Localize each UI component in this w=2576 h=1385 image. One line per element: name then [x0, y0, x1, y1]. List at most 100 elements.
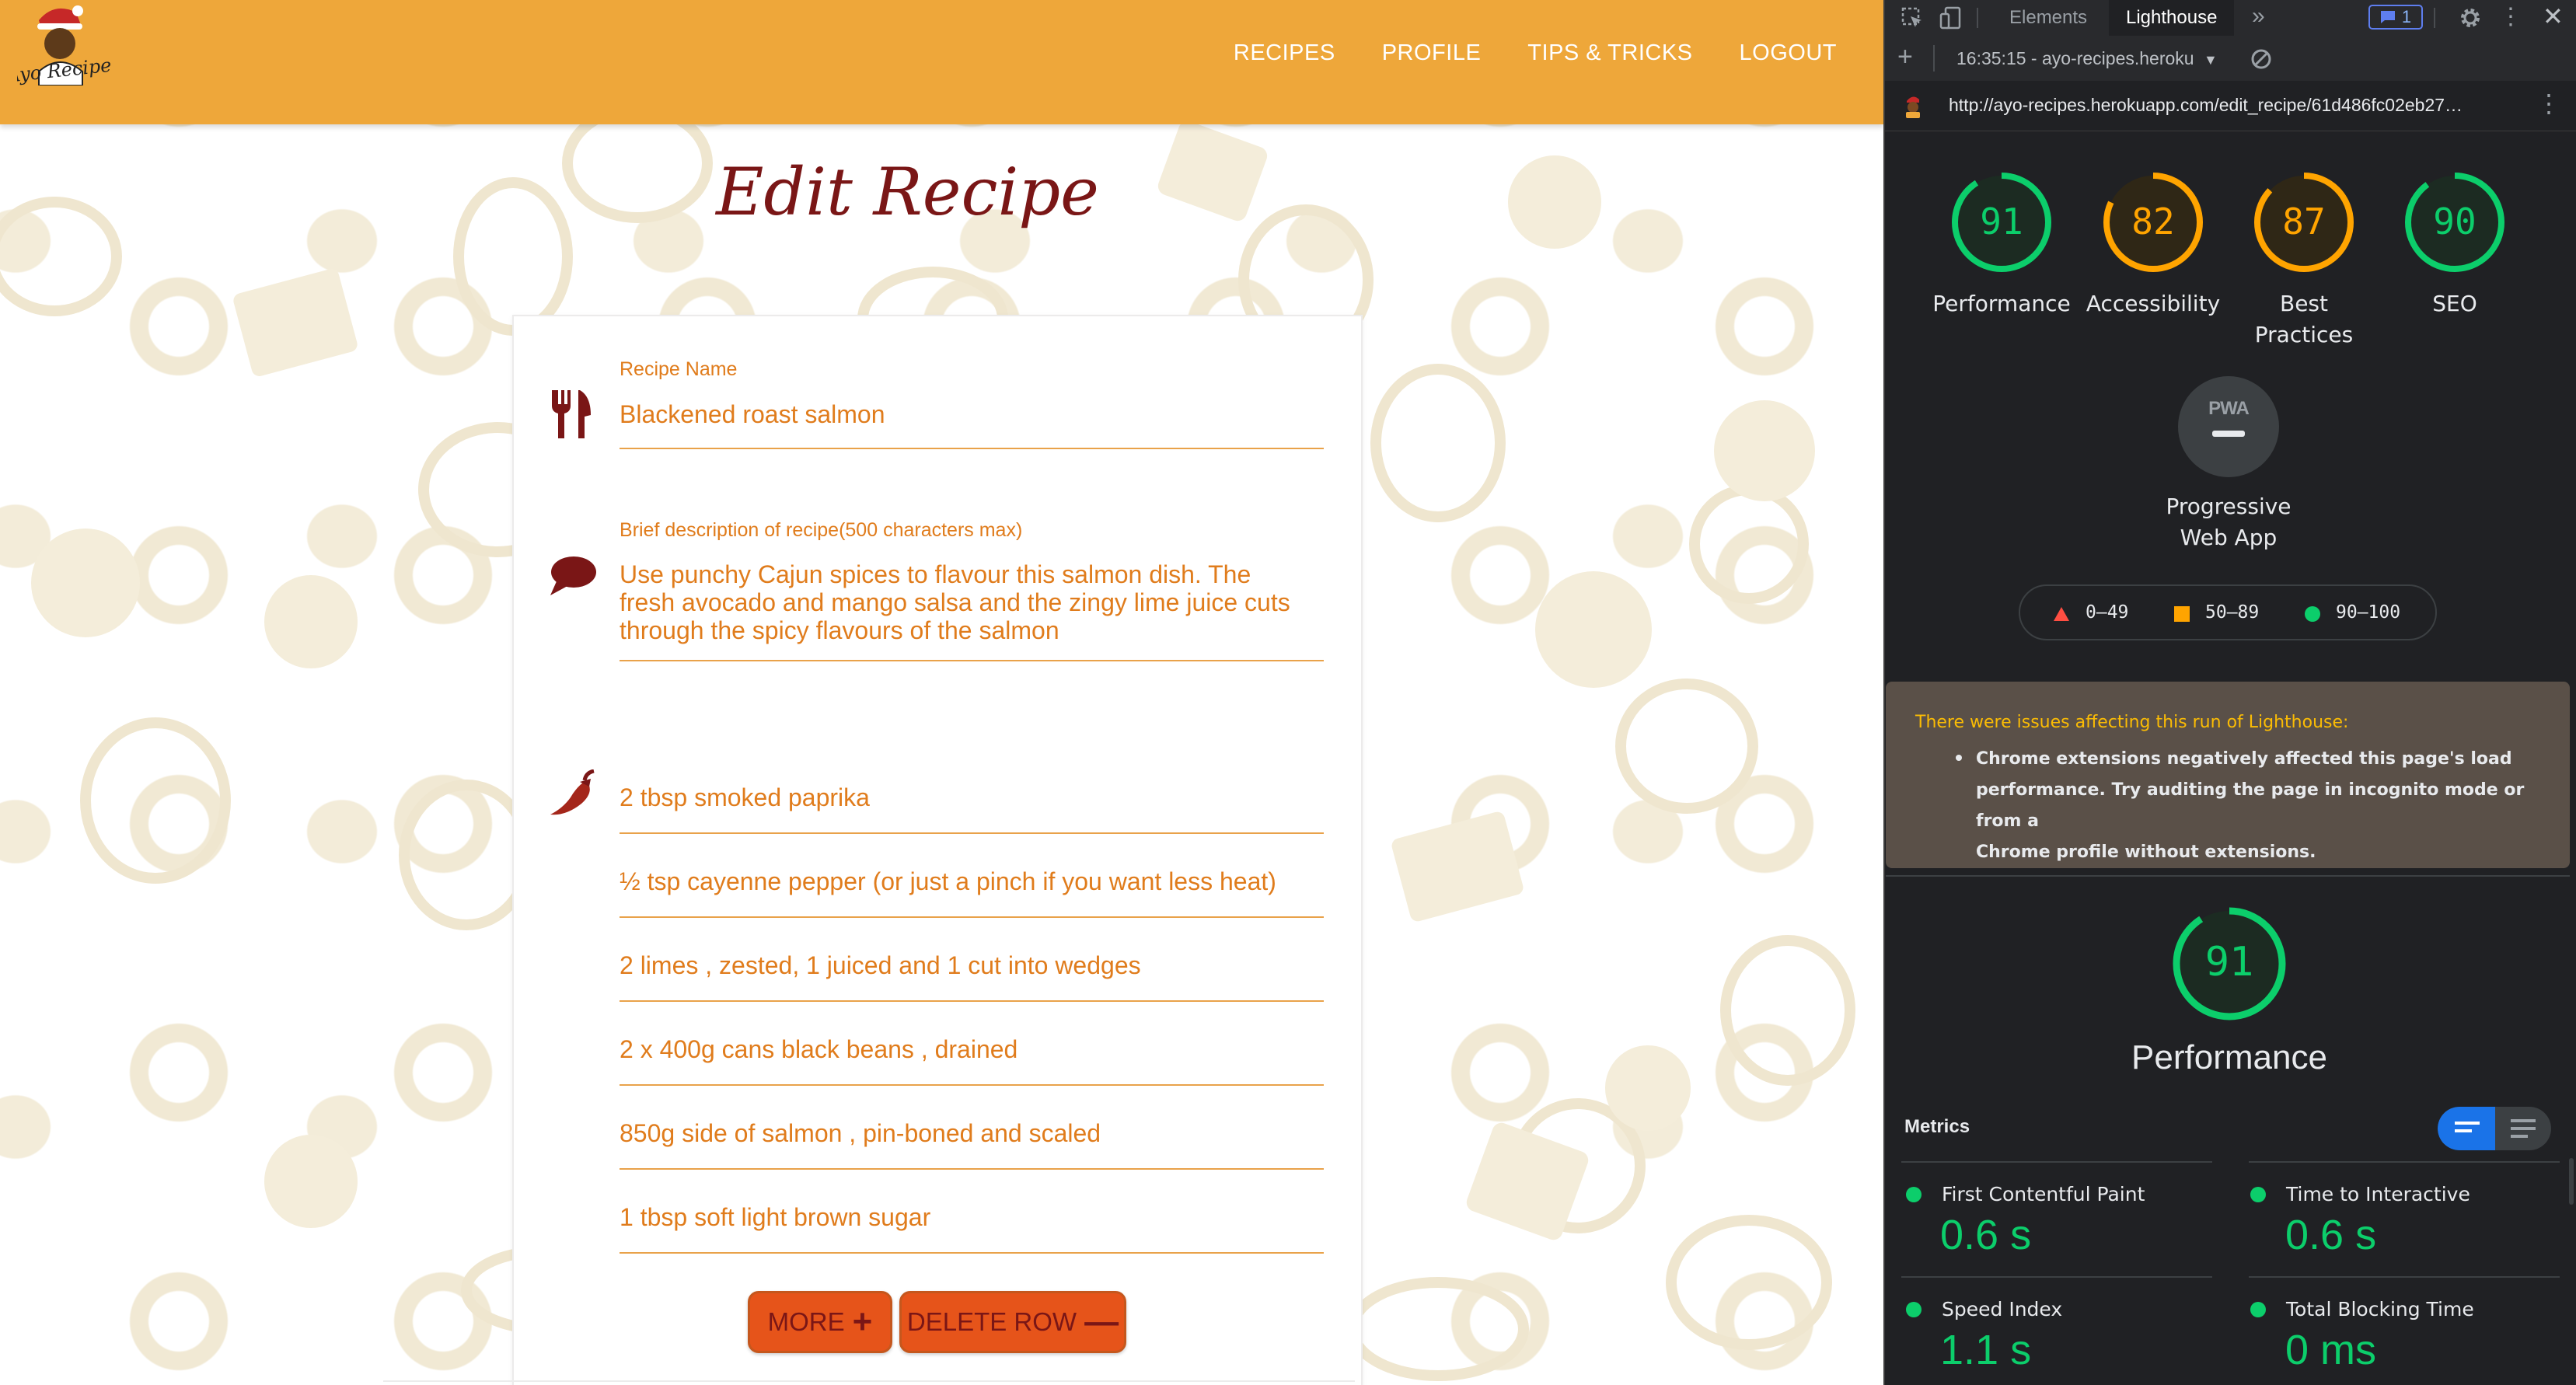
- toggle-compact-view[interactable]: [2438, 1107, 2495, 1150]
- issues-count: 1: [2401, 7, 2412, 26]
- metric-name: Total Blocking Time: [2286, 1298, 2474, 1320]
- toggle-expanded-view[interactable]: [2495, 1107, 2551, 1150]
- tabbar-divider: [1977, 8, 1978, 28]
- gear-icon[interactable]: [2459, 6, 2482, 30]
- metric-pass-icon: [2250, 1302, 2266, 1317]
- issues-badge[interactable]: 1: [2368, 5, 2423, 30]
- warning-line: Chrome profile without extensions.: [1976, 843, 2316, 862]
- section-divider: [1886, 875, 2570, 877]
- more-tabs-icon[interactable]: »: [2252, 3, 2265, 30]
- device-toolbar-icon[interactable]: [1939, 6, 1963, 30]
- toolbar-divider: [1933, 45, 1935, 72]
- top-navbar: Ayo Recipes RECIPES PROFILE TIPS & TRICK…: [0, 0, 1883, 124]
- report-selector[interactable]: 16:35:15 - ayo-recipes.heroku ▼: [1956, 48, 2218, 69]
- compact-view-icon: [2455, 1122, 2480, 1125]
- close-icon[interactable]: ✕: [2543, 2, 2564, 31]
- ingredient-input[interactable]: ½ tsp cayenne pepper (or just a pinch if…: [620, 867, 1276, 895]
- score-gauge-accessibility[interactable]: 82: [2103, 172, 2204, 273]
- description-line: through the spicy flavours of the salmon: [620, 616, 1059, 644]
- metric-name: Speed Index: [1942, 1298, 2063, 1320]
- report-scrollbar[interactable]: [2569, 1158, 2574, 1205]
- nav-profile[interactable]: PROFILE: [1382, 40, 1482, 66]
- description-textarea[interactable]: Use punchy Cajun spices to flavour this …: [620, 560, 1366, 644]
- inspect-element-icon[interactable]: [1901, 6, 1924, 30]
- more-button-label: MORE: [767, 1307, 845, 1336]
- score-label: Performance: [1932, 291, 2071, 316]
- nav-tips-and-tricks[interactable]: TIPS & TRICKS: [1527, 40, 1692, 66]
- performance-gauge-large: 91: [2172, 906, 2287, 1021]
- more-button[interactable]: MORE +: [748, 1291, 892, 1353]
- ingredient-underline: [620, 1000, 1324, 1002]
- metric-pass-icon: [2250, 1187, 2266, 1202]
- description-label: Brief description of recipe(500 characte…: [620, 519, 1023, 541]
- ingredient-input[interactable]: 2 tbsp smoked paprika: [620, 783, 870, 811]
- score-label: SEO: [2432, 291, 2477, 316]
- compact-view-icon-line: [2455, 1129, 2472, 1132]
- description-line: Use punchy Cajun spices to flavour this …: [620, 560, 1251, 588]
- ingredient-input[interactable]: 850g side of salmon , pin-boned and scal…: [620, 1119, 1101, 1147]
- metric-pass-icon: [1906, 1302, 1922, 1317]
- performance-heading: Performance: [2131, 1038, 2327, 1076]
- ayo-recipes-logo[interactable]: Ayo Recipes: [17, 2, 112, 85]
- lighthouse-warning: There were issues affecting this run of …: [1886, 682, 2570, 868]
- recipe-name-underline: [620, 448, 1324, 449]
- new-report-icon[interactable]: +: [1897, 42, 1913, 72]
- tabbar-divider: [2434, 8, 2435, 28]
- audited-url[interactable]: http://ayo-recipes.herokuapp.com/edit_re…: [1949, 95, 2463, 116]
- legend-range-pass: 90–100: [2336, 602, 2401, 623]
- nav-logout[interactable]: LOGOUT: [1740, 40, 1837, 66]
- pass-circle-icon: [2305, 606, 2320, 622]
- tab-lighthouse[interactable]: Lighthouse: [2109, 0, 2235, 36]
- dropdown-arrow-icon: ▼: [2203, 52, 2218, 68]
- warning-bullet: [1956, 755, 1962, 761]
- score-gauge-seo[interactable]: 90: [2404, 172, 2505, 273]
- delete-row-button[interactable]: DELETE ROW —: [899, 1291, 1126, 1353]
- legend-range-average: 50–89: [2205, 602, 2260, 623]
- score-gauge-best-practices[interactable]: 87: [2253, 172, 2354, 273]
- expanded-view-icon-line: [2511, 1127, 2536, 1130]
- fail-triangle-icon: [2054, 607, 2069, 621]
- recipe-name-input[interactable]: Blackened roast salmon: [620, 400, 885, 428]
- ingredient-underline: [620, 832, 1324, 834]
- expanded-view-icon-line: [2511, 1135, 2528, 1138]
- score-label-line: Best: [2279, 291, 2328, 316]
- score-gauge-performance[interactable]: 91: [1951, 172, 2052, 273]
- site-favicon: [1906, 96, 1920, 118]
- score-value: 91: [1980, 201, 2023, 242]
- tab-elements[interactable]: Elements: [2009, 0, 2087, 36]
- pwa-label: Progressive Web App: [2151, 491, 2306, 553]
- ingredient-input[interactable]: 2 limes , zested, 1 juiced and 1 cut int…: [620, 951, 1141, 979]
- nav-recipes[interactable]: RECIPES: [1234, 40, 1335, 66]
- metric-name: First Contentful Paint: [1942, 1183, 2145, 1205]
- ingredient-input[interactable]: 1 tbsp soft light brown sugar: [620, 1203, 930, 1231]
- metric-name: Time to Interactive: [2286, 1183, 2470, 1205]
- description-underline: [620, 660, 1324, 661]
- card-bottom-divider: [383, 1380, 1355, 1382]
- pwa-dash-icon: [2212, 431, 2245, 437]
- delete-row-button-label: DELETE ROW: [906, 1307, 1077, 1336]
- audited-url-bar: http://ayo-recipes.herokuapp.com/edit_re…: [1885, 81, 2576, 131]
- score-label: Best Practices: [2226, 288, 2382, 351]
- pwa-label-line: Web App: [2180, 525, 2278, 550]
- metric-value: 1.1 s: [1940, 1327, 2032, 1373]
- ingredient-underline: [620, 1168, 1324, 1170]
- metric-value: 0.6 s: [1940, 1212, 2032, 1258]
- warning-title: There were issues affecting this run of …: [1915, 713, 2349, 732]
- metric-divider: [1901, 1276, 2212, 1278]
- url-menu-icon[interactable]: ⋮: [2536, 89, 2561, 118]
- metric-value: 0.6 s: [2285, 1212, 2377, 1258]
- warning-line: performance. Try auditing the page in in…: [1976, 780, 2525, 831]
- clear-reports-icon[interactable]: [2250, 48, 2272, 70]
- kebab-menu-icon[interactable]: ⋮: [2499, 3, 2522, 30]
- ingredient-input[interactable]: 2 x 400g cans black beans , drained: [620, 1035, 1017, 1063]
- report-selector-value: 16:35:15 - ayo-recipes.heroku: [1956, 48, 2194, 68]
- metrics-view-toggle[interactable]: [2438, 1107, 2551, 1150]
- message-icon: [2380, 11, 2395, 23]
- description-line: fresh avocado and mango salsa and the zi…: [620, 588, 1290, 616]
- recipe-name-label: Recipe Name: [620, 358, 738, 380]
- ingredient-underline: [620, 916, 1324, 918]
- ingredient-underline: [620, 1252, 1324, 1254]
- pwa-label-line: Progressive: [2166, 494, 2292, 519]
- ingredient-underline: [620, 1084, 1324, 1086]
- pwa-badge[interactable]: PWA: [2178, 376, 2279, 477]
